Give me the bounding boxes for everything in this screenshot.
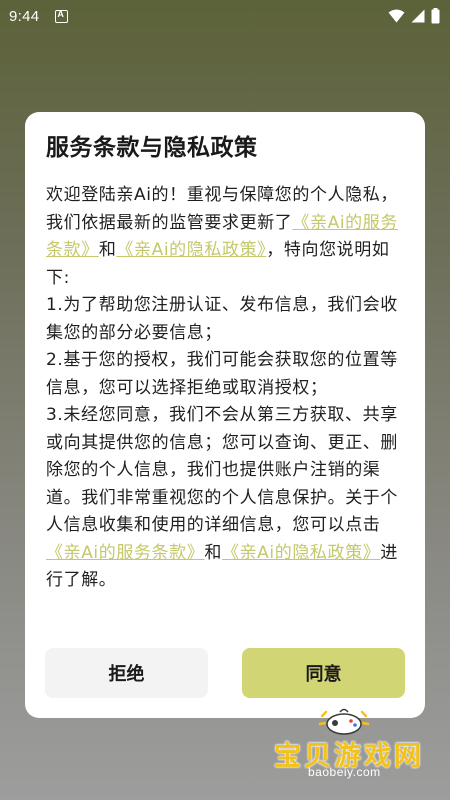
battery-icon — [431, 8, 440, 24]
dialog-actions: 拒绝 同意 — [45, 648, 405, 698]
watermark-url: baobeiy.com — [308, 765, 381, 779]
conjunction-text-2: 和 — [204, 542, 222, 563]
notice-item-2: 2.基于您的授权，我们可能会获取您的位置等信息，您可以选择拒绝或取消授权； — [46, 350, 398, 398]
notice-item-3: 3.未经您同意，我们不会从第三方获取、共享或向其提供您的信息；您可以查询、更正、… — [46, 402, 407, 595]
agree-button[interactable]: 同意 — [242, 648, 405, 698]
notice-item-1: 1.为了帮助您注册认证、发布信息，我们会收集您的部分必要信息； — [46, 295, 398, 343]
privacy-policy-link[interactable]: 《亲Ai的隐私政策》 — [116, 240, 266, 260]
cellular-signal-icon — [411, 9, 425, 23]
terms-privacy-dialog: 服务条款与隐私政策 欢迎登陆亲Ai的！重视与保障您的个人隐私，我们依据最新的监管… — [25, 112, 425, 718]
status-time: 9:44 — [9, 7, 40, 25]
site-watermark: 宝贝游戏网 baobeiy.com — [272, 706, 442, 782]
wifi-icon — [388, 9, 405, 23]
status-bar: 9:44 — [0, 0, 450, 32]
notice-item-3-text: 3.未经您同意，我们不会从第三方获取、共享或向其提供您的信息；您可以查询、更正、… — [46, 405, 398, 535]
terms-of-service-link-2[interactable]: 《亲Ai的服务条款》 — [46, 543, 204, 563]
reject-button[interactable]: 拒绝 — [45, 648, 208, 698]
dialog-title: 服务条款与隐私政策 — [46, 135, 258, 161]
notification-a-icon — [55, 9, 69, 23]
intro-paragraph: 欢迎登陆亲Ai的！重视与保障您的个人隐私，我们依据最新的监管要求更新了《亲Ai的… — [46, 182, 407, 292]
dialog-body: 欢迎登陆亲Ai的！重视与保障您的个人隐私，我们依据最新的监管要求更新了《亲Ai的… — [46, 182, 407, 595]
status-icons — [388, 8, 440, 24]
privacy-policy-link-2[interactable]: 《亲Ai的隐私政策》 — [222, 543, 380, 563]
conjunction-text: 和 — [98, 240, 117, 260]
